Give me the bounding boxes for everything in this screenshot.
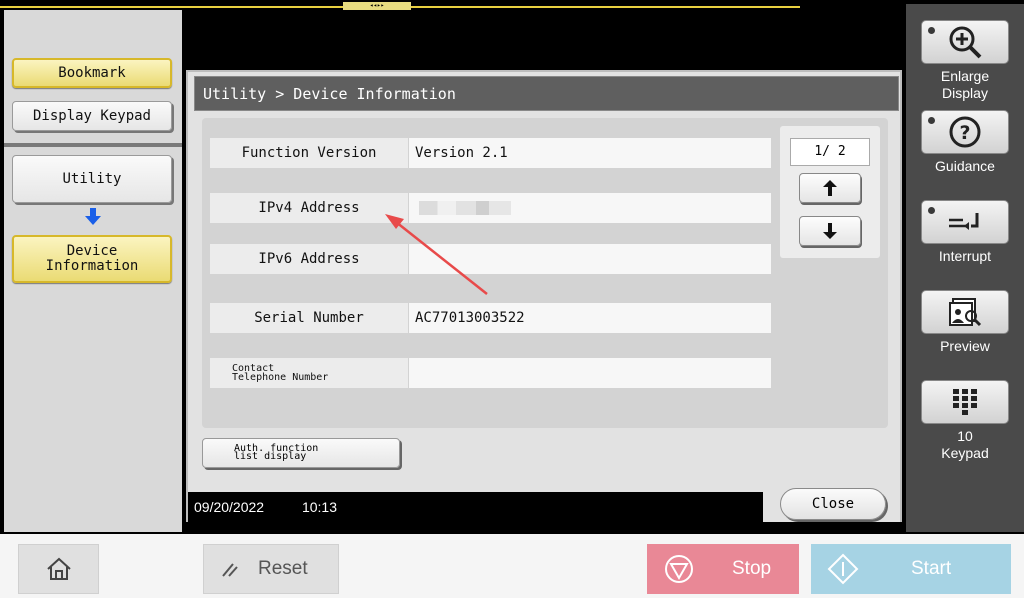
keypad-button[interactable]: [921, 380, 1009, 424]
indicator-dot: [928, 207, 935, 214]
keypad-icon: [953, 389, 977, 415]
stop-button[interactable]: Stop: [647, 544, 799, 594]
preview-tool[interactable]: Preview: [906, 290, 1024, 355]
interrupt-button[interactable]: [921, 200, 1009, 244]
home-icon: [46, 557, 71, 580]
start-icon: [827, 553, 859, 585]
preview-label: Preview: [940, 338, 990, 354]
svg-text:?: ?: [959, 122, 970, 144]
preview-button[interactable]: [921, 290, 1009, 334]
interrupt-icon: [949, 213, 979, 230]
interrupt-label: Interrupt: [938, 248, 992, 264]
stop-label: Stop: [732, 558, 772, 579]
right-panel: Enlarge Display ? Guidance Interrupt Pre…: [906, 4, 1024, 532]
question-icon: ?: [949, 116, 981, 148]
enlarge-display-label: Enlarge Display: [906, 68, 1024, 102]
bottom-bar: Reset Stop Start: [0, 534, 1024, 598]
home-button[interactable]: [18, 544, 99, 594]
enlarge-label-line2: Display: [942, 85, 988, 101]
stop-icon: [665, 555, 693, 583]
keypad-tool[interactable]: 10 Keypad: [906, 380, 1024, 462]
keypad-label: 10 Keypad: [906, 428, 1024, 462]
magnifier-plus-icon: [949, 26, 982, 59]
reset-icon: [222, 563, 238, 577]
indicator-dot: [928, 27, 935, 34]
start-button[interactable]: Start: [811, 544, 1011, 594]
keypad-label-line2: Keypad: [941, 445, 989, 461]
indicator-dot: [928, 117, 935, 124]
reset-button[interactable]: Reset: [203, 544, 339, 594]
preview-icon: [949, 298, 982, 327]
guidance-label: Guidance: [935, 158, 995, 174]
start-label: Start: [911, 558, 952, 579]
interrupt-tool[interactable]: Interrupt: [906, 200, 1024, 265]
enlarge-display-tool[interactable]: Enlarge Display: [906, 20, 1024, 102]
enlarge-label-line1: Enlarge: [940, 68, 990, 84]
enlarge-display-button[interactable]: [921, 20, 1009, 64]
guidance-button[interactable]: ?: [921, 110, 1009, 154]
reset-label: Reset: [258, 558, 308, 579]
guidance-tool[interactable]: ? Guidance: [906, 110, 1024, 175]
annotation-arrow-icon: [385, 214, 488, 295]
keypad-label-line1: 10: [957, 428, 973, 444]
